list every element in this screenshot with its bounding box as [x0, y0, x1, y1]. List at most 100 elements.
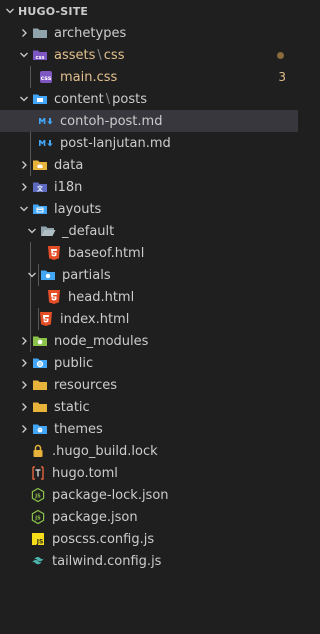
- tree-item-static[interactable]: static: [0, 396, 298, 418]
- toml-icon: [30, 465, 46, 481]
- partials-folder-icon: [40, 267, 56, 283]
- tree-item-label: poscss.config.js: [52, 531, 155, 547]
- tree-item-label: layouts: [54, 201, 102, 217]
- chevron-right-icon: [16, 418, 32, 440]
- tree-item-label: head.html: [68, 289, 135, 305]
- chevron-down-icon: [16, 198, 32, 220]
- tree-item-content-posts[interactable]: content \ posts: [0, 88, 298, 110]
- tree-item-layouts[interactable]: layouts: [0, 198, 298, 220]
- node-folder-icon: [32, 333, 48, 349]
- nodejs-icon: JS: [30, 487, 46, 503]
- tree-item-label: baseof.html: [68, 245, 145, 261]
- tree-item-label: .hugo_build.lock: [52, 443, 158, 459]
- markdown-icon: [38, 113, 54, 129]
- tree-item-label: static: [54, 399, 90, 415]
- tree-item-sublabel: css: [103, 47, 125, 63]
- tree-item-label: themes: [54, 421, 103, 437]
- svg-text:JS: JS: [34, 516, 41, 522]
- tree-item-head-html[interactable]: head.html: [0, 286, 298, 308]
- tree-item-assets-css[interactable]: css assets \ css: [0, 44, 298, 66]
- markdown-icon: [38, 135, 54, 151]
- html-icon: [38, 311, 54, 327]
- path-separator: \: [97, 47, 102, 63]
- tree-item-label: main.css: [60, 69, 118, 85]
- svg-text:css: css: [36, 55, 45, 61]
- path-separator: \: [105, 91, 111, 107]
- tree-item-label: contoh-post.md: [60, 113, 163, 129]
- svg-text:css: css: [41, 75, 52, 82]
- explorer-header[interactable]: HUGO-SITE: [0, 0, 298, 22]
- translate-folder-icon: 文: [32, 179, 48, 195]
- data-folder-icon: [32, 157, 48, 173]
- folder-icon: [32, 377, 48, 393]
- tree-item-label: i18n: [54, 179, 83, 195]
- tree-item-label: data: [54, 157, 84, 173]
- tree-item-main-css[interactable]: css main.css 3: [0, 66, 298, 88]
- tree-item-post-lanjutan-md[interactable]: post-lanjutan.md: [0, 132, 298, 154]
- tree-item-label: _default: [62, 223, 115, 239]
- tree-item-label: archetypes: [54, 25, 127, 41]
- tree-item-i18n[interactable]: 文 i18n: [0, 176, 298, 198]
- chevron-right-icon: [16, 396, 32, 418]
- svg-text:JS: JS: [36, 539, 44, 546]
- tree-item-resources[interactable]: resources: [0, 374, 298, 396]
- chevron-right-icon: [16, 352, 32, 374]
- tree-item-label: node_modules: [54, 333, 149, 349]
- chevron-right-icon: [16, 330, 32, 352]
- tree-item-themes[interactable]: themes: [0, 418, 298, 440]
- content-folder-icon: [32, 91, 48, 107]
- folder-icon: [32, 399, 48, 415]
- tree-item-label: assets: [54, 47, 96, 63]
- html-icon: [46, 289, 62, 305]
- tree-item-partials[interactable]: partials: [0, 264, 298, 286]
- tree-item-baseof-html[interactable]: baseof.html: [0, 242, 298, 264]
- chevron-right-icon: [16, 374, 32, 396]
- nodejs-icon: JS: [30, 509, 46, 525]
- tree-item-hugo-build-lock[interactable]: .hugo_build.lock: [0, 440, 298, 462]
- chevron-down-icon: [24, 220, 40, 242]
- tree-item-label: public: [54, 355, 94, 371]
- chevron-right-icon: [16, 176, 32, 198]
- layout-folder-icon: [32, 201, 48, 217]
- chevron-right-icon: [16, 22, 32, 44]
- chevron-down-icon: [2, 0, 18, 22]
- tree-item-index-html[interactable]: index.html: [0, 308, 298, 330]
- tree-item-label: hugo.toml: [52, 465, 118, 481]
- tree-item-sublabel: posts: [112, 91, 148, 107]
- tree-item-archetypes[interactable]: archetypes: [0, 22, 298, 44]
- chevron-right-icon: [16, 154, 32, 176]
- tree-item-label: package.json: [52, 509, 138, 525]
- tree-item-label: index.html: [60, 311, 130, 327]
- tree-item-label: post-lanjutan.md: [60, 135, 171, 151]
- file-tree: archetypes css assets \ css css main.css…: [0, 22, 298, 572]
- tree-item-package-json[interactable]: JS package.json: [0, 506, 298, 528]
- problem-count-badge: 3: [278, 70, 286, 84]
- tree-item-label: content: [54, 91, 104, 107]
- palette-folder-icon: [32, 421, 48, 437]
- tree-item-default[interactable]: _default: [0, 220, 298, 242]
- globe-folder-icon: [32, 355, 48, 371]
- tree-item-hugo-toml[interactable]: hugo.toml: [0, 462, 298, 484]
- modified-dot-icon: [277, 52, 284, 59]
- tree-item-tailwind-config-js[interactable]: tailwind.config.js: [0, 550, 298, 572]
- tree-item-node-modules[interactable]: node_modules: [0, 330, 298, 352]
- chevron-down-icon: [16, 44, 32, 66]
- tree-item-label: resources: [54, 377, 118, 393]
- tree-item-contoh-post-md[interactable]: contoh-post.md: [0, 110, 298, 132]
- css-folder-icon: css: [32, 47, 48, 63]
- folder-icon: [32, 25, 48, 41]
- folder-open-icon: [40, 223, 56, 239]
- tree-item-public[interactable]: public: [0, 352, 298, 374]
- tree-item-package-lock-json[interactable]: JS package-lock.json: [0, 484, 298, 506]
- css-file-icon: css: [38, 69, 54, 85]
- chevron-down-icon: [24, 264, 40, 286]
- tree-item-poscss-config-js[interactable]: JS poscss.config.js: [0, 528, 298, 550]
- tree-item-label: tailwind.config.js: [52, 553, 162, 569]
- tailwind-icon: [30, 553, 46, 569]
- explorer-title: HUGO-SITE: [18, 4, 89, 18]
- tree-item-label: partials: [62, 267, 111, 283]
- svg-text:文: 文: [36, 185, 44, 193]
- svg-text:JS: JS: [34, 494, 41, 500]
- javascript-icon: JS: [30, 531, 46, 547]
- tree-item-data[interactable]: data: [0, 154, 298, 176]
